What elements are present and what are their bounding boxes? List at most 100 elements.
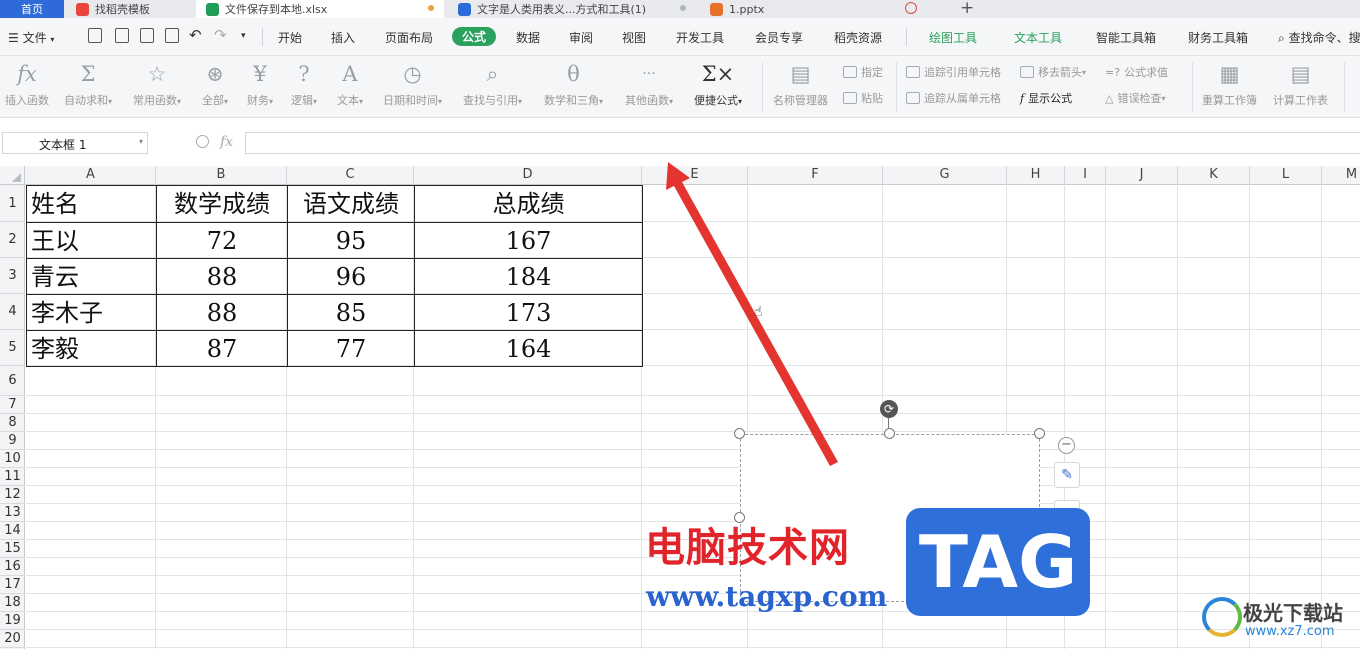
brush-style-icon[interactable]: ✎	[1054, 462, 1080, 488]
paste-name-button[interactable]: 粘贴	[843, 90, 883, 106]
insert-function-button[interactable]: fx 插入函数	[5, 60, 49, 108]
rotate-handle-icon[interactable]: ⟳	[880, 400, 898, 418]
cell-a4[interactable]: 李木子	[26, 294, 157, 331]
file-menu[interactable]: ☰ 文件 ▾	[8, 29, 54, 46]
formula-input[interactable]	[245, 132, 1360, 154]
menu-page-layout[interactable]: 页面布局	[385, 29, 433, 46]
tab-docer-templates[interactable]: 找稻壳模板	[66, 0, 194, 18]
column-header-h[interactable]: H	[1007, 166, 1065, 185]
column-header-e[interactable]: E	[642, 166, 748, 185]
math-trig-button[interactable]: θ 数学和三角▾	[544, 60, 603, 108]
menu-developer[interactable]: 开发工具	[676, 29, 724, 46]
row-header-3[interactable]: 3	[0, 258, 25, 294]
menu-finance-toolbox[interactable]: 财务工具箱	[1188, 29, 1248, 46]
evaluate-formula-button[interactable]: =? 公式求值	[1105, 64, 1168, 80]
show-formulas-button[interactable]: f 显示公式	[1020, 90, 1072, 106]
logical-button[interactable]: ? 逻辑▾	[291, 60, 317, 108]
name-manager-button[interactable]: ▤ 名称管理器	[773, 60, 828, 108]
all-functions-button[interactable]: ⊛ 全部▾	[202, 60, 228, 108]
row-header-15[interactable]: 15	[0, 540, 25, 558]
row-header-11[interactable]: 11	[0, 468, 25, 486]
row-header-6[interactable]: 6	[0, 366, 25, 396]
row-header-17[interactable]: 17	[0, 576, 25, 594]
lookup-reference-button[interactable]: ⌕ 查找与引用▾	[463, 60, 522, 108]
cell-c4[interactable]: 85	[287, 294, 415, 331]
resize-handle-top-left[interactable]	[734, 428, 745, 439]
fx-icon[interactable]: fx	[220, 134, 233, 150]
tab-home[interactable]: 首页	[0, 0, 64, 18]
export-icon[interactable]	[115, 28, 129, 43]
column-header-d[interactable]: D	[414, 166, 642, 185]
cell-d1[interactable]: 总成绩	[414, 185, 643, 223]
column-header-b[interactable]: B	[156, 166, 287, 185]
menu-formulas[interactable]: 公式	[452, 27, 497, 46]
resize-handle-top[interactable]	[884, 428, 895, 439]
trace-dependents-button[interactable]: 追踪从属单元格	[906, 90, 1001, 106]
other-functions-button[interactable]: ··· 其他函数▾	[625, 60, 673, 108]
cell-a2[interactable]: 王以	[26, 222, 157, 259]
column-header-f[interactable]: F	[748, 166, 883, 185]
column-header-l[interactable]: L	[1250, 166, 1322, 185]
cell-c1[interactable]: 语文成绩	[287, 185, 415, 223]
row-header-16[interactable]: 16	[0, 558, 25, 576]
row-header-7[interactable]: 7	[0, 396, 25, 414]
cell-b3[interactable]: 88	[156, 258, 288, 295]
zoom-formula-icon[interactable]	[196, 135, 209, 148]
row-header-18[interactable]: 18	[0, 594, 25, 612]
redo-icon[interactable]: ↷	[214, 26, 227, 44]
recalc-workbook-button[interactable]: ▦ 重算工作簿	[1202, 60, 1257, 108]
chevron-down-icon[interactable]: ▾	[139, 137, 143, 146]
cell-d3[interactable]: 184	[414, 258, 643, 295]
cell-d4[interactable]: 173	[414, 294, 643, 331]
cell-c2[interactable]: 95	[287, 222, 415, 259]
cell-a3[interactable]: 青云	[26, 258, 157, 295]
cell-b5[interactable]: 87	[156, 330, 288, 367]
cell-b1[interactable]: 数学成绩	[156, 185, 288, 223]
menu-insert[interactable]: 插入	[331, 29, 355, 46]
cell-d2[interactable]: 167	[414, 222, 643, 259]
column-header-i[interactable]: I	[1065, 166, 1106, 185]
command-search[interactable]: ⌕ 查找命令、搜	[1278, 29, 1360, 46]
financial-button[interactable]: ¥ 财务▾	[247, 60, 273, 108]
cell-b2[interactable]: 72	[156, 222, 288, 259]
menu-text-tools[interactable]: 文本工具	[1014, 29, 1062, 46]
menu-smart-toolbox[interactable]: 智能工具箱	[1096, 29, 1156, 46]
menu-member[interactable]: 会员专享	[755, 29, 803, 46]
row-header-14[interactable]: 14	[0, 522, 25, 540]
row-header-9[interactable]: 9	[0, 432, 25, 450]
menu-drawing-tools[interactable]: 绘图工具	[929, 29, 977, 46]
common-functions-button[interactable]: ☆ 常用函数▾	[133, 60, 181, 108]
tab-ppt-file[interactable]: 1.pptx	[700, 0, 948, 18]
trace-precedents-button[interactable]: 追踪引用单元格	[906, 64, 1001, 80]
remove-arrows-button[interactable]: 移去箭头 ▾	[1020, 64, 1086, 80]
column-header-c[interactable]: C	[287, 166, 414, 185]
menu-view[interactable]: 视图	[622, 29, 646, 46]
undo-icon[interactable]: ↶	[189, 26, 202, 44]
select-all-corner[interactable]	[0, 166, 25, 185]
column-header-k[interactable]: K	[1178, 166, 1250, 185]
row-header-10[interactable]: 10	[0, 450, 25, 468]
row-header-8[interactable]: 8	[0, 414, 25, 432]
cell-d5[interactable]: 164	[414, 330, 643, 367]
text-functions-button[interactable]: A 文本▾	[337, 60, 363, 108]
new-tab-plus-icon[interactable]: +	[960, 0, 974, 18]
cell-c5[interactable]: 77	[287, 330, 415, 367]
menu-home[interactable]: 开始	[278, 29, 302, 46]
row-header-4[interactable]: 4	[0, 294, 25, 330]
error-check-button[interactable]: △ 错误检查 ▾	[1105, 90, 1165, 106]
row-header-12[interactable]: 12	[0, 486, 25, 504]
print-icon[interactable]	[140, 28, 154, 43]
tab-close-dot-icon[interactable]	[680, 5, 686, 11]
name-box[interactable]: 文本框 1 ▾	[2, 132, 148, 154]
cell-b4[interactable]: 88	[156, 294, 288, 331]
column-header-a[interactable]: A	[26, 166, 156, 185]
row-header-19[interactable]: 19	[0, 612, 25, 630]
cell-c3[interactable]: 96	[287, 258, 415, 295]
menu-review[interactable]: 审阅	[569, 29, 593, 46]
tab-word-file[interactable]: 文字是人类用表义...方式和工具(1)	[448, 0, 696, 18]
tab-xlsx-file[interactable]: 文件保存到本地.xlsx	[196, 0, 444, 18]
column-header-g[interactable]: G	[883, 166, 1007, 185]
row-header-13[interactable]: 13	[0, 504, 25, 522]
row-header-5[interactable]: 5	[0, 330, 25, 366]
cell-a1[interactable]: 姓名	[26, 185, 157, 223]
